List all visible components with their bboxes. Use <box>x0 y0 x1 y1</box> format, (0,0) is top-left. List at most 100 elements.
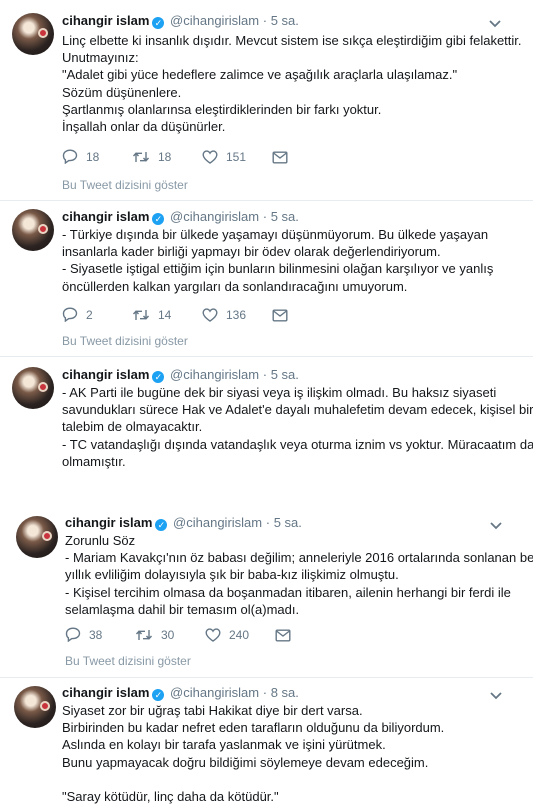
tweet-header: cihangir islam ✓ @cihangirislam · 5 sa. <box>65 514 302 532</box>
tweet-text: Siyaset zor bir uğraş tabi Hakikat diye … <box>62 702 522 805</box>
like-count: 136 <box>226 308 247 322</box>
author-handle[interactable]: @cihangirislam <box>170 209 259 224</box>
like-count: 240 <box>229 628 250 642</box>
tweet-text: Linç elbette ki insanlık dışıdır. Mevcut… <box>62 32 522 135</box>
retweet-icon <box>132 152 150 162</box>
tweet-header: cihangir islam ✓ @cihangirislam · 5 sa. <box>62 208 299 226</box>
tweet-text-line: - TC vatandaşlığı dışında vatandaşlık ve… <box>62 436 533 452</box>
author-handle[interactable]: @cihangirislam <box>173 515 262 530</box>
avatar[interactable] <box>16 516 58 558</box>
author-handle[interactable]: @cihangirislam <box>170 367 259 382</box>
tweet-actions: 18 18 151 <box>62 148 302 166</box>
tweet-text-line: selamlaşma dahil bir temasım ol(a)madı. <box>65 601 300 617</box>
tweet[interactable]: cihangir islam ✓ @cihangirislam · 5 sa. L… <box>0 0 533 200</box>
heart-icon <box>205 628 221 642</box>
reply-button[interactable]: 18 <box>62 148 99 166</box>
tweet-text-line: - Kişisel tercihim olmasa da boşanmadan … <box>65 584 511 600</box>
tweet[interactable]: cihangir islam ✓ @cihangirislam · 8 sa. S… <box>0 678 533 811</box>
tweet-text-line: Birbirinden bu kadar nefret eden tarafla… <box>62 720 445 736</box>
tweet-text-line: "Saray kötüdür, linç daha da kötüdür." <box>62 789 279 804</box>
tweet-text-line: talebim de olmayacaktır. <box>62 419 203 435</box>
tweet-header: cihangir islam ✓ @cihangirislam · 5 sa. <box>62 12 299 30</box>
reply-icon <box>62 149 78 165</box>
chevron-down-icon[interactable] <box>490 688 502 702</box>
direct-message-button[interactable] <box>272 306 296 324</box>
tweet-timestamp[interactable]: 5 sa. <box>271 367 299 382</box>
like-button[interactable]: 240 <box>205 626 249 644</box>
tweet-text-line: Aslında en kolayı bir tarafa yaslanmak v… <box>62 737 386 753</box>
tweet-text-line: Bunu yapmayacak doğru bildiğimi söylemey… <box>62 754 429 770</box>
tweet-header: cihangir islam ✓ @cihangirislam · 5 sa. <box>62 366 299 384</box>
tweet[interactable]: cihangir islam ✓ @cihangirislam · 5 sa. -… <box>0 201 533 356</box>
retweet-count: 18 <box>158 150 172 164</box>
tweet-timestamp[interactable]: 5 sa. <box>271 13 299 28</box>
tweet-timestamp[interactable]: 8 sa. <box>271 685 299 700</box>
retweet-button[interactable]: 30 <box>135 626 174 644</box>
author-name[interactable]: cihangir islam <box>65 515 152 530</box>
author-name[interactable]: cihangir islam <box>62 367 149 382</box>
direct-message-button[interactable] <box>272 148 296 166</box>
tweet-header: cihangir islam ✓ @cihangirislam · 8 sa. <box>62 684 299 702</box>
author-name[interactable]: cihangir islam <box>62 209 149 224</box>
tweet-text-line: Sözüm düşünenlere. <box>62 84 182 100</box>
direct-message-button[interactable] <box>275 626 299 644</box>
tweet-text: Zorunlu Söz - Mariam Kavakçı'nın öz baba… <box>65 532 533 618</box>
separator-dot: · <box>262 209 268 224</box>
tweet-text-line: Linç elbette ki insanlık dışıdır. Mevcut… <box>62 33 522 48</box>
tweet-text-line: - AK Parti ile bugüne dek bir siyasi vey… <box>62 385 497 400</box>
show-thread-link[interactable]: Bu Tweet dizisini göster <box>62 333 188 349</box>
author-handle[interactable]: @cihangirislam <box>170 13 259 28</box>
reply-button[interactable]: 2 <box>62 306 93 324</box>
reply-icon <box>65 627 81 643</box>
separator-dot: · <box>262 13 268 28</box>
tweet-timestamp[interactable]: 5 sa. <box>271 209 299 224</box>
tweet-text-line: Siyaset zor bir uğraş tabi Hakikat diye … <box>62 703 363 718</box>
verified-badge-icon: ✓ <box>152 371 165 383</box>
verified-badge-icon: ✓ <box>155 519 168 531</box>
retweet-count: 30 <box>161 628 175 642</box>
tweet-text: - AK Parti ile bugüne dek bir siyasi vey… <box>62 384 533 470</box>
tweet-timestamp[interactable]: 5 sa. <box>274 515 302 530</box>
chevron-down-icon[interactable] <box>489 16 501 30</box>
tweet-actions: 38 30 240 <box>65 626 305 644</box>
tweet-text-line: yıllık evliliğim dolayısıyla şık bir bab… <box>65 567 399 583</box>
envelope-icon <box>272 151 288 164</box>
tweet-text: - Türkiye dışında bir ülkede yaşamayı dü… <box>62 226 522 295</box>
author-handle[interactable]: @cihangirislam <box>170 685 259 700</box>
show-thread-link[interactable]: Bu Tweet dizisini göster <box>65 653 191 669</box>
reply-icon <box>62 307 78 323</box>
retweet-button[interactable]: 14 <box>132 306 171 324</box>
verified-badge-icon: ✓ <box>152 17 165 29</box>
like-count: 151 <box>226 150 247 164</box>
avatar[interactable] <box>12 13 54 55</box>
tweet-text-line: - Mariam Kavakçı'nın öz babası değilim; … <box>65 550 533 566</box>
tweet-actions: 2 14 136 <box>62 306 302 324</box>
avatar[interactable] <box>14 686 56 728</box>
retweet-icon <box>135 630 153 640</box>
retweet-count: 14 <box>158 308 172 322</box>
reply-count: 18 <box>86 150 100 164</box>
like-button[interactable]: 136 <box>202 306 246 324</box>
tweet-text-line: insanlarla kader birliği yapmayı bir öde… <box>62 244 441 260</box>
show-thread-link[interactable]: Bu Tweet dizisini göster <box>62 177 188 193</box>
tweet-text-line: Zorunlu Söz <box>65 533 136 548</box>
tweet-text-line <box>62 771 522 788</box>
avatar[interactable] <box>12 367 54 409</box>
verified-badge-icon: ✓ <box>152 689 165 701</box>
author-name[interactable]: cihangir islam <box>62 13 149 28</box>
tweet[interactable]: cihangir islam ✓ @cihangirislam · 5 sa. Z… <box>0 508 533 677</box>
like-button[interactable]: 151 <box>202 148 246 166</box>
tweet-text-line: savundukları sürece Hak ve Adalet'e daya… <box>62 402 533 418</box>
tweet-text-line: Şartlanmış olanlarınsa eleştirdiklerinde… <box>62 101 382 117</box>
retweet-button[interactable]: 18 <box>132 148 171 166</box>
tweet-text-line: İnşallah onlar da düşünürler. <box>62 119 226 135</box>
chevron-down-icon[interactable] <box>490 518 502 532</box>
tweet-text-line: - Türkiye dışında bir ülkede yaşamayı dü… <box>62 227 489 242</box>
retweet-icon <box>132 310 150 320</box>
reply-button[interactable]: 38 <box>65 626 102 644</box>
author-name[interactable]: cihangir islam <box>62 685 149 700</box>
separator-dot: · <box>262 685 268 700</box>
avatar[interactable] <box>12 209 54 251</box>
tweet-text-line: "Adalet gibi yüce hedeflere zalimce ve a… <box>62 67 458 83</box>
tweet[interactable]: cihangir islam ✓ @cihangirislam · 5 sa. -… <box>0 357 533 497</box>
